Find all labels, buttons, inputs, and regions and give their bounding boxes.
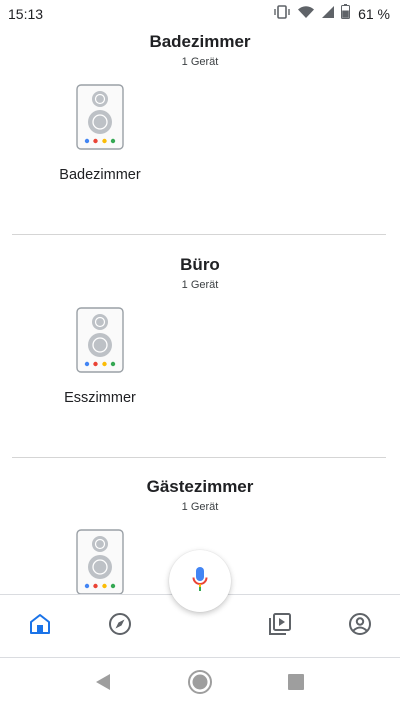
divider — [12, 457, 386, 458]
nav-explore-button[interactable] — [105, 611, 135, 641]
media-icon — [268, 612, 292, 641]
back-icon — [94, 672, 112, 697]
status-icons: 61 % — [273, 4, 390, 24]
back-button[interactable] — [90, 671, 116, 697]
explore-icon — [108, 612, 132, 641]
wifi-icon — [297, 5, 315, 24]
vibrate-icon — [273, 4, 291, 24]
status-time: 15:13 — [8, 6, 44, 22]
room-device-count: 1 Gerät — [181, 501, 219, 513]
nav-account-button[interactable] — [345, 611, 375, 641]
recents-button[interactable] — [283, 671, 309, 697]
speaker-icon — [45, 84, 155, 155]
system-nav-bar — [0, 658, 400, 711]
room-device-count: 1 Gerät — [181, 56, 219, 68]
device-tile[interactable]: Badezimmer — [45, 84, 155, 183]
speaker-icon — [45, 529, 155, 594]
room-device-count: 1 Gerät — [181, 279, 219, 291]
room-title: Gästezimmer — [146, 477, 254, 496]
room-title: Badezimmer — [149, 32, 251, 51]
account-icon — [348, 612, 372, 641]
nav-home-button[interactable] — [25, 611, 55, 641]
device-tile[interactable] — [45, 529, 155, 594]
device-label: Badezimmer — [59, 167, 141, 183]
status-bar: 15:13 61 % — [0, 0, 400, 28]
battery-percent: 61 % — [358, 6, 390, 22]
circle-home-icon — [187, 669, 213, 700]
speaker-icon — [45, 307, 155, 378]
cell-signal-icon — [321, 5, 335, 24]
home-icon — [28, 612, 52, 641]
microphone-icon — [192, 566, 208, 597]
nav-media-button[interactable] — [265, 611, 295, 641]
square-recents-icon — [287, 673, 305, 696]
battery-icon — [341, 4, 351, 24]
assistant-mic-button[interactable] — [169, 550, 231, 612]
divider — [12, 234, 386, 235]
device-tile[interactable]: Esszimmer — [45, 307, 155, 406]
room-list[interactable]: Badezimmer 1 Gerät Badezimmer Büro 1 Ger… — [0, 28, 400, 594]
device-label: Esszimmer — [64, 390, 136, 406]
home-system-button[interactable] — [187, 669, 213, 700]
room-title: Büro — [180, 255, 220, 274]
